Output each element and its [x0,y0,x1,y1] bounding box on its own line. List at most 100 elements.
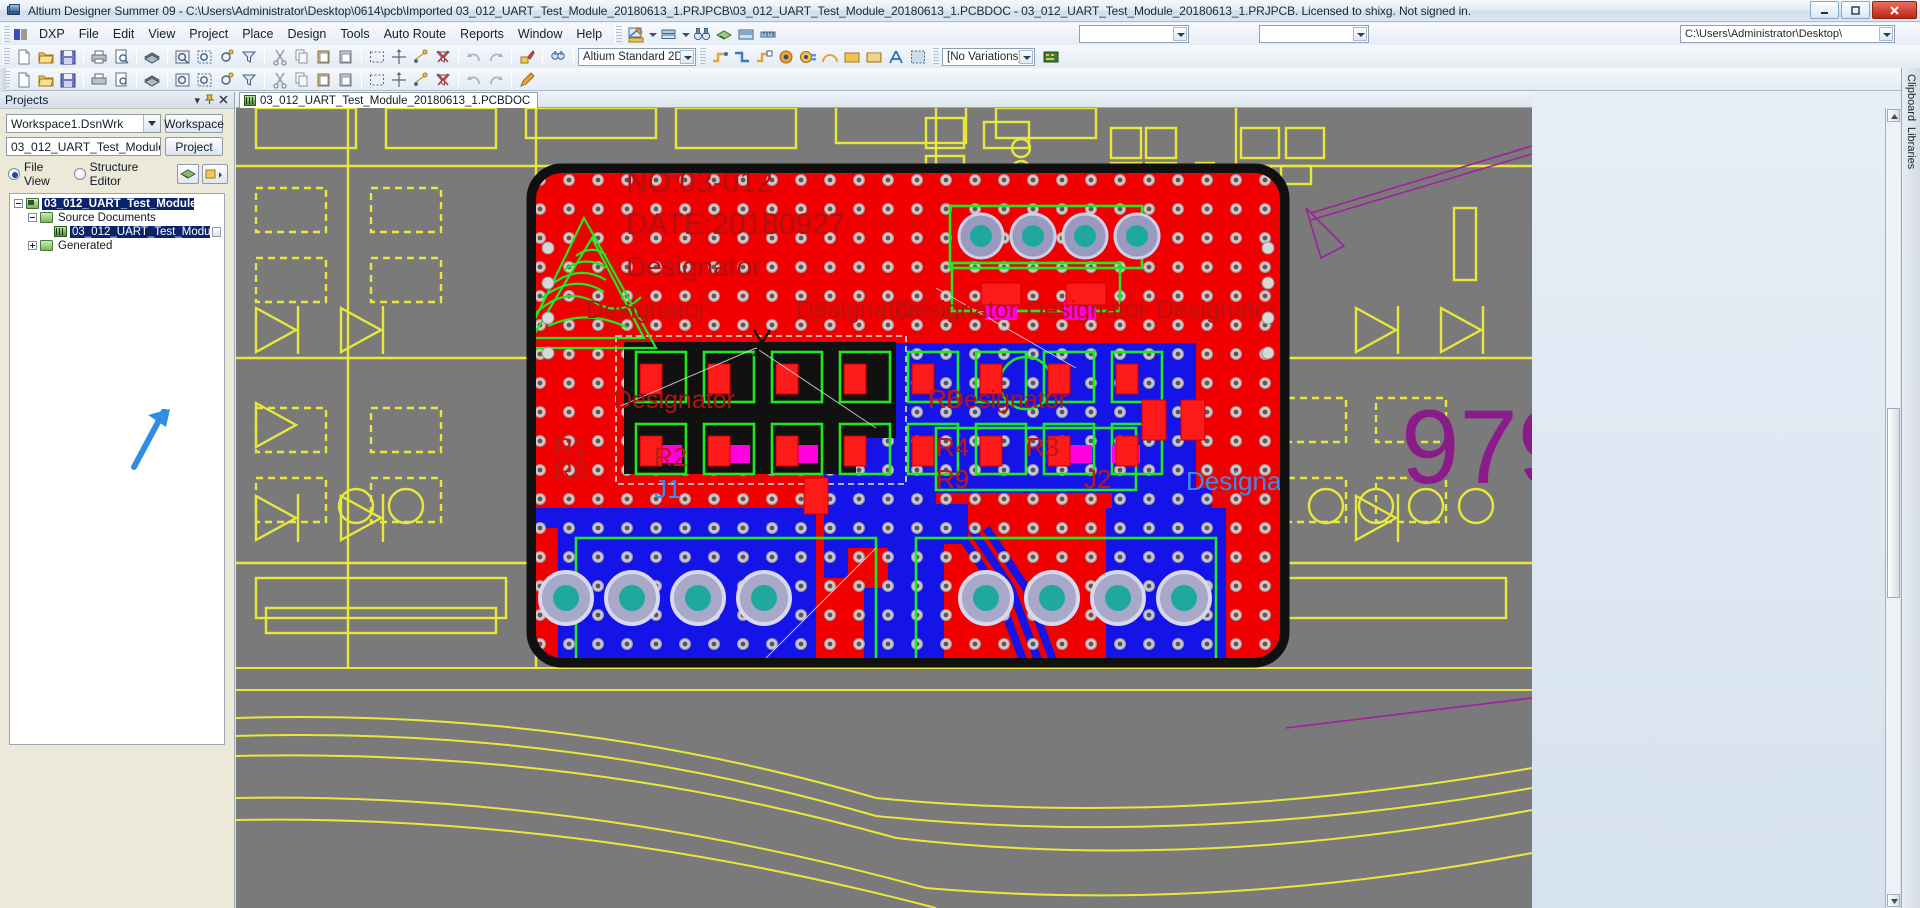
pcb-canvas[interactable]: NO:03-012 DATE:20180927 Designator Desig… [236,108,1532,908]
paste-icon[interactable] [314,47,334,66]
print-preview-icon[interactable] [111,70,131,89]
menu-project[interactable]: Project [182,24,235,44]
print-icon[interactable] [89,70,109,89]
place-via-icon[interactable] [798,47,818,66]
project-select[interactable]: 03_012_UART_Test_Module_20180613_1.PRJPC… [6,137,161,156]
menu-tools[interactable]: Tools [333,24,376,44]
menu-reports[interactable]: Reports [453,24,511,44]
expander-minus-icon[interactable] [28,213,37,222]
open-folder-icon[interactable] [36,70,56,89]
new-document-icon[interactable] [14,47,34,66]
menu-dxp[interactable]: DXP [32,24,72,44]
cut-icon[interactable] [270,70,290,89]
binoculars-icon[interactable] [692,25,712,44]
menu-design[interactable]: Design [280,24,333,44]
main-toolbar-grip[interactable] [3,48,10,65]
open-folder-icon[interactable] [36,47,56,66]
structure-editor-radio[interactable]: Structure Editor [73,160,164,188]
expander-minus-icon[interactable] [14,199,23,208]
deselect-icon[interactable] [411,70,431,89]
layers-stack-icon[interactable] [142,47,162,66]
place-room-icon[interactable] [908,47,928,66]
browse-icon[interactable] [548,47,568,66]
print-preview-icon[interactable] [111,47,131,66]
save-icon[interactable] [58,47,78,66]
close-button[interactable] [1872,1,1917,19]
clear-filter-icon[interactable] [433,47,453,66]
pcb-3d-icon[interactable] [714,25,734,44]
menu-auto-route[interactable]: Auto Route [377,24,454,44]
zoom-selection-icon[interactable] [217,47,237,66]
pcb-board-icon[interactable] [1041,47,1061,66]
undo-icon[interactable] [464,47,484,66]
cut-icon[interactable] [270,47,290,66]
options-icon[interactable] [202,164,228,184]
path-combo[interactable]: C:\Users\Administrator\Desktop\ [1680,25,1895,43]
menu-file[interactable]: File [72,24,106,44]
paste-icon[interactable] [314,70,334,89]
place-arc-track-icon[interactable] [754,47,774,66]
menu-view[interactable]: View [141,24,182,44]
workspace-button[interactable]: Workspace [164,114,224,133]
scrollbar-thumb[interactable] [1887,408,1900,598]
filter-icon[interactable] [239,70,259,89]
tree-node-pcb-document[interactable]: 03_012_UART_Test_Module_20180613_1.PCBDO… [10,225,224,238]
place-string-icon[interactable] [886,47,906,66]
copy-icon[interactable] [292,47,312,66]
tree-node-source-documents[interactable]: Source Documents [10,211,224,224]
pen-icon[interactable] [517,70,537,89]
zoom-area-icon[interactable] [195,47,215,66]
place-fill-icon[interactable] [842,47,862,66]
file-view-radio[interactable]: File View [8,160,67,188]
place-toolbar-grip[interactable] [699,48,706,65]
measure-icon[interactable] [758,25,778,44]
menubar-combo-2[interactable] [1259,25,1370,43]
place-pad-icon[interactable] [776,47,796,66]
toolbar-grip-1[interactable] [615,25,623,43]
tree-node-project[interactable]: 03_012_UART_Test_Module_20180613_1.PRJPC… [10,197,224,210]
dxp-logo-icon[interactable] [13,27,29,42]
print-icon[interactable] [89,47,109,66]
dock-item-clipboard[interactable]: Clipboard [1905,74,1917,121]
menu-place[interactable]: Place [235,24,280,44]
place-track-icon[interactable] [710,47,730,66]
project-button[interactable]: Project [165,137,223,156]
highlight-icon[interactable] [517,47,537,66]
redo-icon[interactable] [486,47,506,66]
minimize-button[interactable] [1810,1,1839,19]
new-document-icon[interactable] [14,70,34,89]
paste-special-icon[interactable] [336,47,356,66]
deselect-icon[interactable] [411,47,431,66]
board-view-icon[interactable] [736,25,756,44]
copy-icon[interactable] [292,70,312,89]
paste-special-icon[interactable] [336,70,356,89]
zoom-area-icon[interactable] [195,70,215,89]
undo-icon[interactable] [464,70,484,89]
filter-icon[interactable] [239,47,259,66]
pin-icon[interactable] [204,94,215,108]
menu-window[interactable]: Window [511,24,569,44]
expander-plus-icon[interactable] [28,241,37,250]
document-tab[interactable]: 03_012_UART_Test_Module_20180613_1.PCBDO… [239,92,539,108]
workspace-select[interactable]: Workspace1.DsnWrk [6,114,161,133]
zoom-selection-icon[interactable] [217,70,237,89]
ruler-pencil-icon[interactable] [626,25,646,44]
close-icon[interactable] [218,94,229,108]
layers-icon[interactable] [659,25,679,44]
scroll-up-button[interactable] [1887,109,1900,122]
menu-grip[interactable] [3,25,10,43]
menu-edit[interactable]: Edit [106,24,142,44]
ruler-pencil-dropdown-arrow[interactable] [647,25,658,44]
zoom-document-icon[interactable] [173,70,193,89]
menu-help[interactable]: Help [569,24,609,44]
project-tree[interactable]: 03_012_UART_Test_Module_20180613_1.PRJPC… [9,193,225,745]
zoom-document-icon[interactable] [173,47,193,66]
layers-stack-icon[interactable] [142,70,162,89]
move-icon[interactable] [389,70,409,89]
place-line-icon[interactable] [732,47,752,66]
redo-icon[interactable] [486,70,506,89]
pcb-3d-view-icon[interactable] [177,164,199,184]
save-icon[interactable] [58,70,78,89]
variations-combo[interactable]: [No Variations] [942,47,1035,66]
view-config-combo[interactable]: Altium Standard 2D [578,47,696,66]
